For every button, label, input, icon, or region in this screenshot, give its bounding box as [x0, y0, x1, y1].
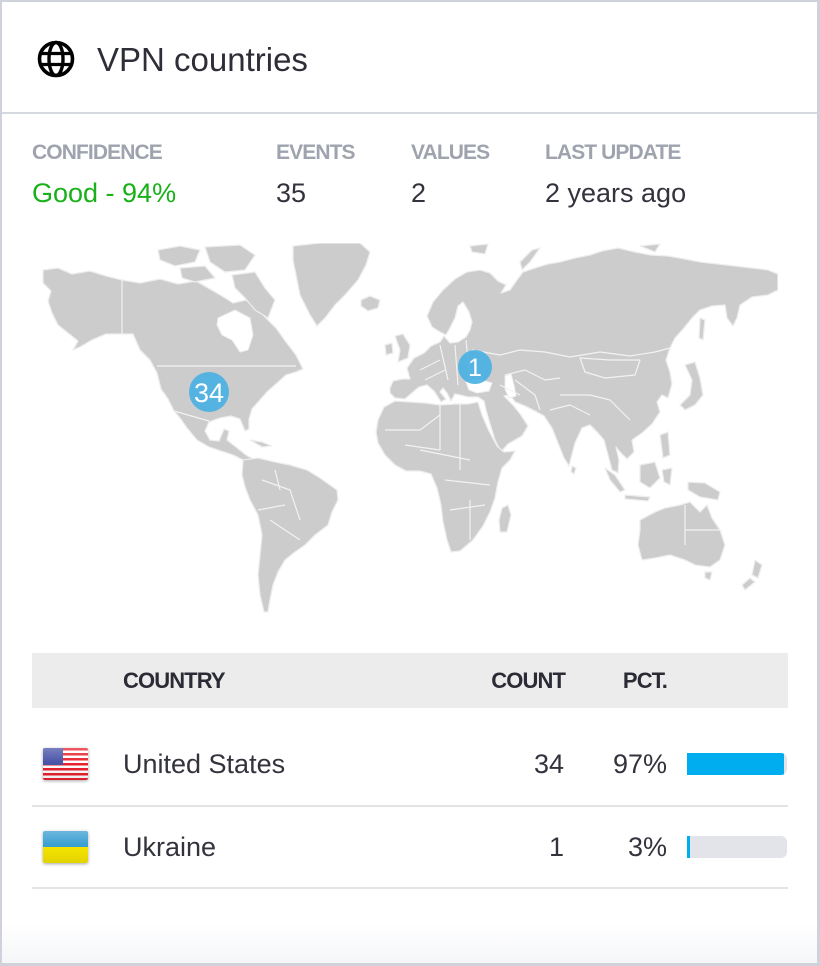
madagascar: [498, 504, 512, 533]
stat-value-values: 2: [411, 178, 427, 208]
world-map[interactable]: 34 1: [42, 243, 778, 618]
card-bottom-fade: [2, 923, 817, 963]
great-britain: [394, 333, 411, 363]
country-count: 34: [533, 748, 564, 779]
header-divider: [2, 112, 817, 114]
borneo: [639, 461, 661, 489]
philippines: [659, 431, 671, 459]
japan: [679, 361, 704, 411]
svalbard: [469, 243, 489, 255]
column-header-pct[interactable]: PCT.: [623, 653, 668, 708]
australia: [637, 501, 726, 568]
column-header-count[interactable]: COUNT: [491, 653, 566, 708]
arctic-island: [157, 245, 201, 267]
south-america: [241, 457, 339, 613]
caribbean: [249, 439, 273, 448]
arctic-island: [179, 265, 216, 283]
country-name: Ukraine: [123, 831, 217, 862]
marker-count: 1: [468, 354, 482, 382]
iceland: [360, 295, 381, 312]
siberian-islands: [639, 243, 661, 253]
country-pct: 3%: [627, 831, 667, 862]
country-pct: 97%: [612, 748, 667, 779]
country-name: United States: [123, 748, 286, 779]
ua-flag-icon: [43, 831, 88, 863]
map-marker-ukraine[interactable]: 1: [458, 350, 492, 384]
marker-count: 34: [194, 378, 224, 408]
greenland: [292, 243, 371, 327]
pct-bar-fill: [687, 836, 690, 858]
pct-bar-fill: [687, 753, 784, 775]
pct-bar: [687, 753, 787, 775]
pct-bar: [687, 836, 787, 858]
us-flag-icon: [43, 748, 88, 780]
new-zealand: [741, 559, 763, 591]
table-row[interactable]: United States 34 97%: [32, 723, 788, 807]
sakhalin: [698, 317, 706, 341]
novaya-zemlya: [519, 247, 541, 271]
arctic-island: [204, 244, 256, 273]
stat-value-confidence: Good - 94%: [32, 178, 177, 208]
java: [624, 494, 651, 502]
column-header-country[interactable]: COUNTRY: [123, 653, 226, 708]
table-header: COUNTRY COUNT PCT.: [32, 653, 788, 708]
stat-label: CONFIDENCE: [32, 141, 163, 164]
table-row[interactable]: Ukraine 1 3%: [32, 807, 788, 889]
sri-lanka: [570, 465, 577, 475]
vpn-countries-widget: VPN countries CONFIDENCE Good - 94% EVEN…: [0, 0, 820, 966]
stat-value-last-update: 2 years ago: [545, 178, 687, 208]
globe-icon: [37, 40, 75, 78]
widget-title: VPN countries: [97, 41, 308, 78]
stat-label: EVENTS: [276, 141, 356, 164]
sulawesi: [661, 467, 673, 486]
ireland: [384, 342, 394, 356]
stat-label: VALUES: [411, 141, 490, 164]
stat-label: LAST UPDATE: [545, 141, 681, 164]
country-count: 1: [548, 831, 564, 862]
stat-value-events: 35: [276, 178, 307, 208]
tasmania: [704, 571, 713, 581]
continents: [42, 243, 778, 613]
map-marker-united-states[interactable]: 34: [189, 372, 229, 412]
new-guinea: [687, 481, 721, 501]
